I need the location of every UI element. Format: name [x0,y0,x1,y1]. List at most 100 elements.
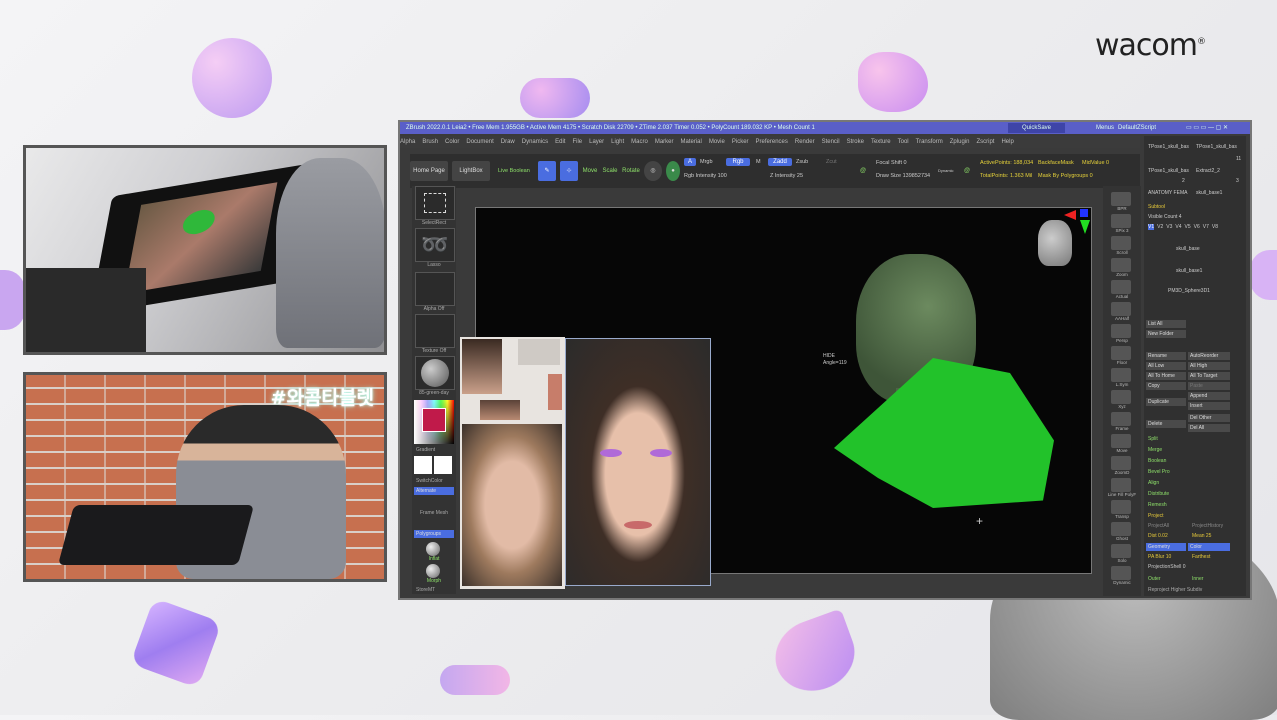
reference-thumb-2[interactable] [518,339,560,365]
all-high-button[interactable]: All High [1188,362,1230,370]
m-button[interactable]: M [756,159,761,165]
edit-icon[interactable]: ⊹ [560,161,578,181]
auto-reorder-button[interactable]: AutoReorder [1188,352,1230,360]
inflat-brush-icon[interactable] [426,542,440,556]
version-tab-v6[interactable]: V6 [1194,224,1200,230]
pa-blur-slider[interactable]: PA Blur 10 [1148,554,1171,560]
menu-item-transform[interactable]: Transform [916,139,943,145]
draw-size-slider[interactable]: Draw Size 139852734 [876,173,930,179]
dynamic-toggle[interactable]: Dynamic [938,168,954,173]
menu-item-draw[interactable]: Draw [501,139,515,145]
subtool-header[interactable]: Subtool [1148,204,1165,210]
subtool-item-3[interactable]: PM3D_Sphere3D1 [1168,288,1210,294]
window-controls-icon[interactable]: ▭ ▭ ▭ — ▢ ✕ [1186,122,1228,134]
boolean-menu[interactable]: Boolean [1148,458,1166,464]
menu-item-texture[interactable]: Texture [871,139,891,145]
tool-thumb-2[interactable]: TPose1_skull_bas [1196,144,1237,150]
right-shelf-aahalf-button[interactable] [1111,302,1131,316]
reference-photo-left[interactable] [462,424,562,586]
right-shelf-xyz-button[interactable] [1111,390,1131,404]
merge-menu[interactable]: Merge [1148,447,1162,453]
all-low-button[interactable]: All Low [1146,362,1186,370]
right-shelf-l-sym-button[interactable] [1111,368,1131,382]
right-shelf-solo-button[interactable] [1111,544,1131,558]
menu-item-render[interactable]: Render [795,139,815,145]
append-button[interactable]: Append [1188,392,1230,400]
insert-button[interactable]: Insert [1188,402,1230,410]
material-sphere-icon[interactable]: ● [666,161,680,181]
menus-toggle[interactable]: Menus [1096,122,1114,134]
menu-item-layer[interactable]: Layer [589,139,604,145]
tool-thumb-5[interactable]: ANATOMY FEMA [1148,190,1187,196]
menu-item-preferences[interactable]: Preferences [756,139,788,145]
right-shelf-bpr-button[interactable] [1111,192,1131,206]
tool-thumb-1[interactable]: TPose1_skull_bas [1148,144,1189,150]
menu-item-alpha[interactable]: Alpha [400,139,415,145]
version-tab-v1[interactable]: V1 [1148,224,1155,230]
spiral-icon-2[interactable]: @ [960,161,974,181]
outer-toggle[interactable]: Outer [1148,576,1161,582]
menu-item-dynamics[interactable]: Dynamics [522,139,548,145]
right-shelf-scroll-button[interactable] [1111,236,1131,250]
texture-slot[interactable] [415,314,455,348]
menu-item-picker[interactable]: Picker [732,139,749,145]
right-shelf-transp-button[interactable] [1111,500,1131,514]
reference-thumb-3[interactable] [548,374,562,410]
menu-item-brush[interactable]: Brush [422,139,438,145]
default-zscript[interactable]: DefaultZScript [1118,122,1156,134]
remesh-menu[interactable]: Remesh [1148,502,1167,508]
version-tab-v4[interactable]: V4 [1175,224,1181,230]
lasso-icon[interactable]: ➿ [415,228,455,262]
tool-thumb-4[interactable]: Extract2_2 [1196,168,1220,174]
split-menu[interactable]: Split [1148,436,1158,442]
reference-thumb-1[interactable] [462,339,502,394]
z-intensity-slider[interactable]: Z Intensity 25 [770,173,803,179]
alpha-slot[interactable] [415,272,455,306]
right-shelf-persp-button[interactable] [1111,324,1131,338]
polygroups-button[interactable]: Polygroups [414,530,454,538]
tool-thumb-6[interactable]: skull_base1 [1196,190,1222,196]
rgb-intensity-slider[interactable]: Rgb Intensity 100 [684,173,727,179]
a-button[interactable]: A [684,158,696,166]
home-page-button[interactable]: Home Page [410,161,448,181]
zcut-button[interactable]: Zcut [826,159,837,165]
menu-item-help[interactable]: Help [1001,139,1013,145]
all-to-target-button[interactable]: All To Target [1188,372,1230,380]
reproject-higher-subdiv-button[interactable]: Reproject Higher Subdiv [1148,587,1202,593]
all-to-home-button[interactable]: All To Home [1146,372,1186,380]
list-all-button[interactable]: List All [1146,320,1186,328]
menu-item-stencil[interactable]: Stencil [822,139,840,145]
spiral-icon[interactable]: @ [856,161,870,181]
version-tab-v5[interactable]: V5 [1185,224,1191,230]
version-tab-v3[interactable]: V3 [1166,224,1172,230]
right-shelf-ghost-button[interactable] [1111,522,1131,536]
right-shelf-dynamic-button[interactable] [1111,566,1131,580]
delete-button[interactable]: Delete [1146,420,1186,428]
color-toggle[interactable]: Color [1188,543,1230,551]
right-shelf-actual-button[interactable] [1111,280,1131,294]
reference-photo-main[interactable] [565,338,711,586]
move-button[interactable]: Move [582,161,598,181]
menu-item-tool[interactable]: Tool [898,139,909,145]
zsub-button[interactable]: Zsub [796,159,808,165]
menu-item-file[interactable]: File [572,139,582,145]
new-folder-button[interactable]: New Folder [1146,330,1186,338]
switch-color-button[interactable]: SwitchColor [416,478,460,484]
version-tab-v8[interactable]: V8 [1212,224,1218,230]
version-tab-v7[interactable]: V7 [1203,224,1209,230]
dist-slider[interactable]: Dist 0.02 [1148,533,1168,539]
copy-button[interactable]: Copy [1146,382,1186,390]
focal-shift-slider[interactable]: Focal Shift 0 [876,160,907,166]
midvalue-slider[interactable]: MidValue 0 [1082,160,1109,166]
align-menu[interactable]: Align [1148,480,1159,486]
project-all-button[interactable]: ProjectAll [1148,523,1169,529]
menu-item-document[interactable]: Document [466,139,493,145]
zadd-button[interactable]: Zadd [768,158,792,166]
menu-item-zplugin[interactable]: Zplugin [950,139,970,145]
menu-item-movie[interactable]: Movie [709,139,725,145]
navigation-head-icon[interactable] [1038,220,1072,266]
menu-item-light[interactable]: Light [611,139,624,145]
material-sphere[interactable] [415,356,455,390]
subtool-item-2[interactable]: skull_base1 [1176,268,1202,274]
del-all-button[interactable]: Del All [1188,424,1230,432]
